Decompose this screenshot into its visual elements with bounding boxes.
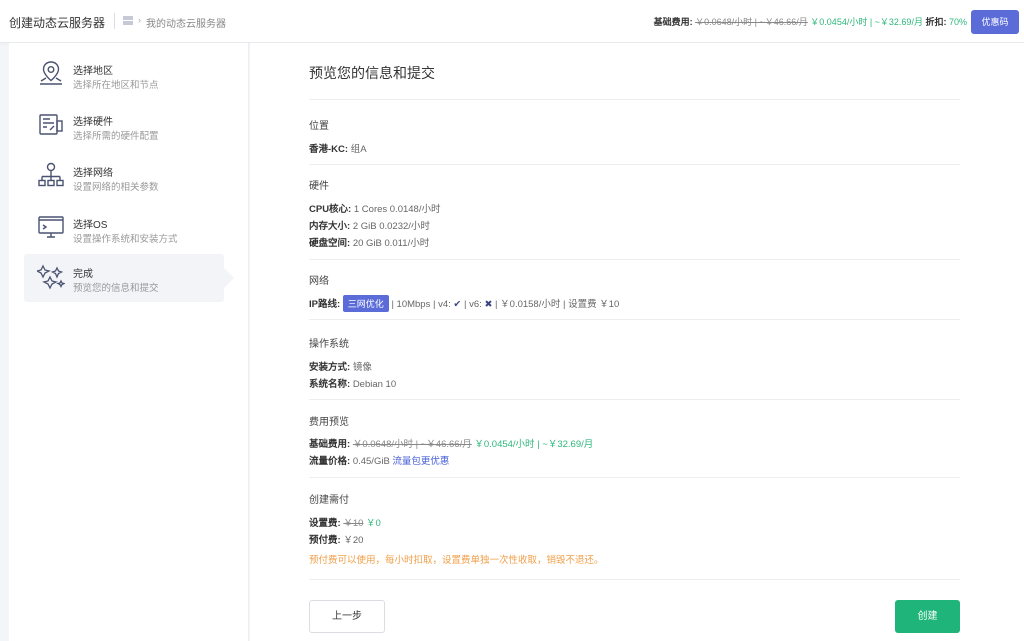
- section-title-cost: 费用预览: [309, 417, 349, 428]
- step-subtitle: 设置网络的相关参数: [73, 182, 159, 193]
- divider: [309, 579, 960, 580]
- monitor-icon: [37, 213, 65, 241]
- prepay-value: ￥20: [343, 535, 364, 546]
- memory-row: 内存大小: 2 GiB 0.0232/小时: [309, 218, 430, 232]
- section-title-create-need: 创建需付: [309, 495, 349, 506]
- divider: [309, 399, 960, 400]
- discount-label: 折扣:: [925, 17, 947, 27]
- section-title-network: 网络: [309, 276, 329, 287]
- divider: [309, 477, 960, 478]
- base-cost-old: ￥0.0648/小时 | ~￥46.66/月: [352, 439, 472, 450]
- back-button[interactable]: 上一步: [309, 600, 385, 633]
- map-pin-icon: [37, 59, 65, 87]
- step-subtitle: 选择所需的硬件配置: [73, 131, 159, 142]
- price-label: 基础费用:: [653, 17, 693, 27]
- step-title: 选择硬件: [73, 117, 113, 128]
- memory-key: 内存大小:: [309, 221, 351, 232]
- traffic-value: 0.45/GiB: [352, 456, 390, 467]
- disk-value: 20 GiB 0.011/小时: [352, 238, 430, 249]
- network-detail-3: | ￥0.0158/小时 | 设置费 ￥10: [495, 299, 620, 310]
- traffic-package-link[interactable]: 流量包更优惠: [392, 456, 449, 467]
- promo-code-button[interactable]: 优惠码: [971, 10, 1019, 34]
- memory-value: 2 GiB 0.0232/小时: [352, 221, 430, 232]
- server-list-icon: [123, 16, 133, 25]
- header-price-summary: 基础费用: ￥0.0648/小时 | ~￥46.66/月 ￥0.0454/小时 …: [654, 15, 967, 28]
- price-old: ￥0.0648/小时 | ~￥46.66/月: [695, 17, 808, 27]
- page-header-title: 创建动态云服务器: [9, 16, 106, 30]
- top-bar: 创建动态云服务器 › 我的动态云服务器 基础费用: ￥0.0648/小时 | ~…: [0, 0, 1024, 43]
- divider: [309, 164, 960, 165]
- step-subtitle: 设置操作系统和安装方式: [73, 234, 178, 245]
- location-value: 组A: [350, 144, 367, 155]
- setup-fee-new: ￥0: [366, 518, 381, 529]
- cpu-row: CPU核心: 1 Cores 0.0148/小时: [309, 201, 440, 215]
- title-divider: [114, 13, 115, 29]
- setup-fee-old: ￥10: [343, 518, 364, 529]
- prepay-row: 预付费: ￥20: [309, 532, 363, 546]
- step-title: 选择网络: [73, 168, 113, 179]
- location-key: 香港-KC:: [309, 144, 349, 155]
- network-detail-2: | v6:: [464, 299, 482, 310]
- traffic-row: 流量价格: 0.45/GiB 流量包更优惠: [309, 453, 449, 467]
- section-title-hardware: 硬件: [309, 181, 329, 192]
- section-title-os: 操作系统: [309, 339, 349, 350]
- base-cost-new: ￥0.0454/小时 | ~￥32.69/月: [474, 439, 594, 450]
- location-row: 香港-KC: 组A: [309, 141, 367, 155]
- prepay-note: 预付费可以使用，每小时扣取，设置费单独一次性收取，销毁不退还。: [309, 555, 604, 566]
- install-key: 安装方式:: [309, 362, 351, 373]
- base-cost-key: 基础费用:: [309, 439, 351, 450]
- disk-row: 硬盘空间: 20 GiB 0.011/小时: [309, 235, 429, 249]
- ip-route-row: IP路线: 三网优化 | 10Mbps | v4: ✔ | v6: ✖ | ￥0…: [309, 295, 619, 312]
- step-title: 选择OS: [73, 220, 108, 231]
- setup-fee-key: 设置费:: [309, 518, 341, 529]
- disk-key: 硬盘空间:: [309, 238, 351, 249]
- cpu-key: CPU核心:: [309, 204, 352, 215]
- prepay-key: 预付费:: [309, 535, 341, 546]
- step-os[interactable]: 选择OS 设置操作系统和安装方式: [24, 205, 224, 253]
- step-hardware[interactable]: 选择硬件 选择所需的硬件配置: [24, 102, 224, 150]
- section-title-location: 位置: [309, 121, 329, 132]
- setup-fee-row: 设置费: ￥10 ￥0: [309, 515, 381, 529]
- step-region[interactable]: 选择地区 选择所在地区和节点: [24, 51, 224, 99]
- divider: [309, 259, 960, 260]
- network-icon: [37, 161, 65, 189]
- divider: [309, 99, 960, 100]
- install-value: 镜像: [352, 362, 372, 373]
- cpu-value: 1 Cores 0.0148/小时: [353, 204, 441, 215]
- network-detail-1: | 10Mbps | v4:: [391, 299, 451, 310]
- install-row: 安装方式: 镜像: [309, 359, 372, 373]
- page-title: 预览您的信息和提交: [309, 65, 435, 81]
- step-subtitle: 选择所在地区和节点: [73, 80, 159, 91]
- cross-icon: ✖: [484, 299, 493, 310]
- sparkle-icon: [37, 262, 65, 290]
- ip-route-key: IP路线:: [309, 299, 341, 310]
- breadcrumb-separator: ›: [138, 15, 141, 25]
- os-name-row: 系统名称: Debian 10: [309, 376, 396, 390]
- step-finish[interactable]: 完成 预览您的信息和提交: [24, 254, 234, 302]
- steps-sidebar: 选择地区 选择所在地区和节点 选择硬件 选择所需的硬件配置 选择网络 设置网络的…: [9, 43, 249, 641]
- step-title: 选择地区: [73, 66, 113, 77]
- traffic-key: 流量价格:: [309, 456, 351, 467]
- preview-panel: 预览您的信息和提交 位置 香港-KC: 组A 硬件 CPU核心: 1 Cores…: [250, 43, 1024, 641]
- os-name-value: Debian 10: [352, 379, 397, 390]
- step-title: 完成: [73, 269, 93, 280]
- create-button[interactable]: 创建: [895, 600, 960, 633]
- step-network[interactable]: 选择网络 设置网络的相关参数: [24, 153, 224, 201]
- divider: [309, 319, 960, 320]
- price-new: ￥0.0454/小时 | ~￥32.69/月: [810, 17, 923, 27]
- step-subtitle: 预览您的信息和提交: [73, 283, 159, 294]
- hardware-icon: [37, 110, 65, 138]
- os-name-key: 系统名称:: [309, 379, 351, 390]
- route-badge: 三网优化: [342, 295, 389, 312]
- discount-value: 70%: [948, 17, 967, 27]
- base-cost-row: 基础费用: ￥0.0648/小时 | ~￥46.66/月 ￥0.0454/小时 …: [309, 436, 593, 450]
- breadcrumb-link[interactable]: 我的动态云服务器: [146, 15, 226, 30]
- check-icon: ✔: [453, 299, 462, 310]
